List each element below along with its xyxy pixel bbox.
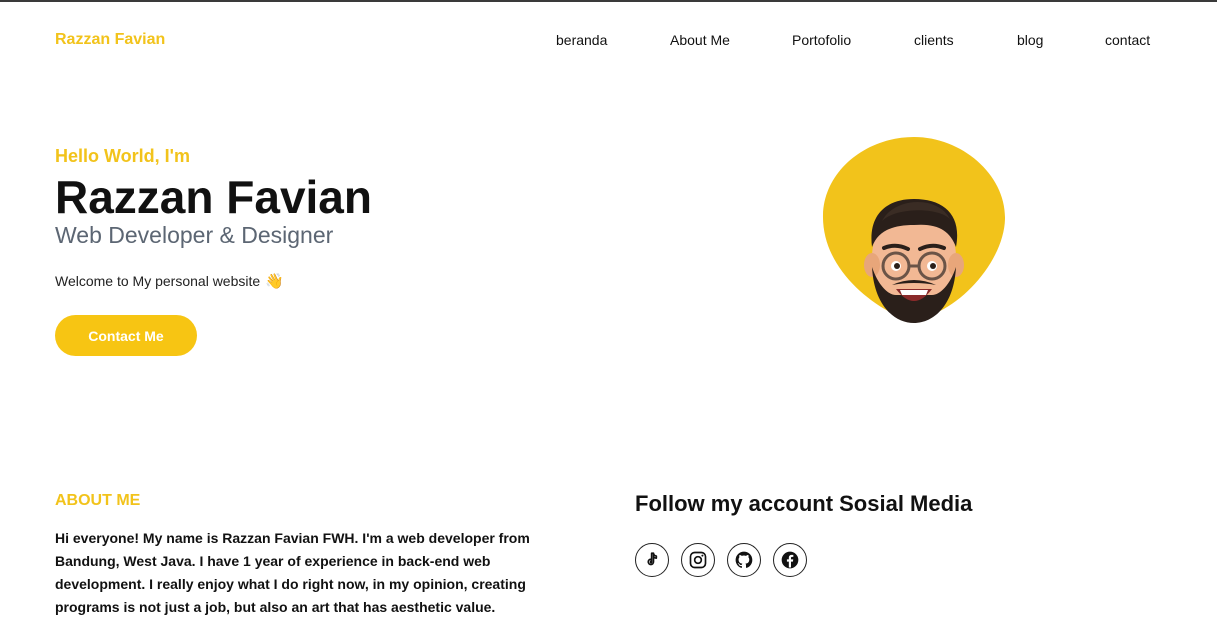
social-heading: Follow my account Sosial Media: [635, 491, 973, 516]
about-heading: ABOUT ME: [55, 492, 141, 509]
nav-link-portfolio[interactable]: Portofolio: [792, 32, 851, 48]
nav-link-blog[interactable]: blog: [1017, 32, 1043, 48]
welcome-text: Welcome to My personal website: [55, 273, 261, 289]
hero-welcome: Welcome to My personal website 👋: [55, 272, 284, 290]
github-icon[interactable]: [727, 543, 761, 577]
hero-greeting: Hello World, I'm: [55, 146, 190, 166]
avatar: [822, 135, 1006, 331]
hero-role: Web Developer & Designer: [55, 222, 334, 248]
facebook-icon[interactable]: [773, 543, 807, 577]
hero-name: Razzan Favian: [55, 171, 372, 223]
main-nav: beranda About Me Portofolio clients blog…: [0, 32, 1217, 52]
instagram-icon[interactable]: [681, 543, 715, 577]
nav-link-about[interactable]: About Me: [670, 32, 730, 48]
nav-link-clients[interactable]: clients: [914, 32, 954, 48]
contact-me-button[interactable]: Contact Me: [55, 315, 197, 356]
about-text: Hi everyone! My name is Razzan Favian FW…: [55, 530, 530, 615]
nav-link-contact[interactable]: contact: [1105, 32, 1150, 48]
nav-link-beranda[interactable]: beranda: [556, 32, 607, 48]
social-links: [635, 543, 807, 577]
tiktok-icon[interactable]: [635, 543, 669, 577]
waving-hand-icon: 👋: [265, 273, 284, 290]
